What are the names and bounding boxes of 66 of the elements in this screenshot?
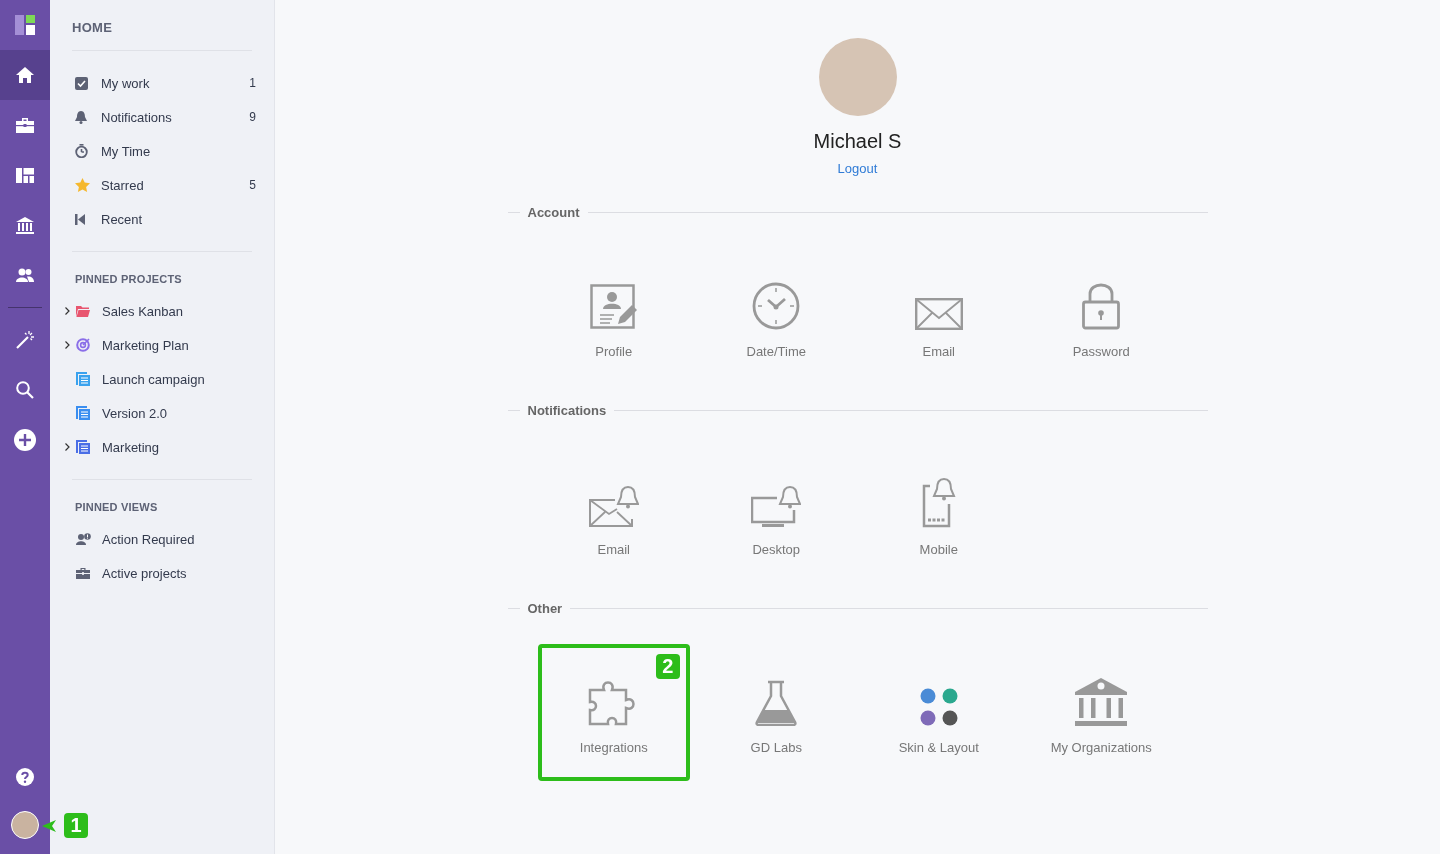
desktop-bell-icon: [751, 486, 802, 528]
color-dots-icon: [919, 688, 958, 726]
settings-tile[interactable]: Email: [862, 248, 1015, 385]
bank-icon: [16, 216, 34, 234]
mobile-bell-icon: [921, 478, 956, 528]
skip-back-icon: [75, 213, 85, 225]
settings-tile[interactable]: Skin & Layout: [862, 644, 1015, 781]
logo-icon: [15, 15, 35, 35]
flask-icon: [755, 680, 798, 726]
briefcase-icon: [16, 117, 34, 133]
home-icon: [16, 67, 34, 83]
envelope-bell-icon: [588, 486, 639, 528]
sidebar-item[interactable]: Version 2.0: [61, 396, 252, 430]
chevron-right-icon: [65, 443, 70, 451]
chevron-right-icon: [65, 307, 70, 315]
envelope-icon: [914, 298, 963, 330]
chevron-right-icon: [65, 341, 70, 349]
stopwatch-icon: [75, 144, 88, 158]
settings-tile[interactable]: Integrations 2: [537, 644, 690, 781]
sidebar-item[interactable]: Launch campaign: [61, 362, 252, 396]
people-icon: [16, 268, 34, 282]
logout-link[interactable]: Logout: [837, 161, 878, 176]
section-title: Other: [527, 600, 563, 616]
sidebar-item[interactable]: Marketing: [61, 430, 252, 464]
add-icon: [14, 429, 36, 451]
user-name: Michael S: [813, 130, 902, 153]
sidebar-item[interactable]: Action Required: [61, 522, 252, 556]
user-avatar[interactable]: [11, 811, 39, 839]
settings-tile[interactable]: Password: [1025, 248, 1178, 385]
profile-card-icon: [589, 284, 638, 330]
person-alert-icon: [76, 533, 91, 545]
bell-icon: [75, 110, 87, 124]
clock-icon: [752, 282, 801, 330]
section-title: Account: [527, 204, 580, 220]
padlock-icon: [1082, 282, 1121, 330]
settings-tile[interactable]: Date/Time: [700, 248, 853, 385]
count-label: 9: [249, 110, 256, 124]
rail-button[interactable]: [0, 50, 50, 100]
star-icon: [75, 178, 90, 192]
magic-wand-icon: [16, 331, 34, 349]
sidebar-item[interactable]: Active projects: [61, 556, 252, 590]
help-icon: [16, 768, 34, 786]
section-heading: PINNED PROJECTS: [74, 272, 183, 285]
section-title: Notifications: [527, 402, 607, 418]
count-label: 1: [249, 76, 256, 90]
settings-tile[interactable]: Mobile: [862, 446, 1015, 583]
sidebar-item[interactable]: Recent: [72, 202, 252, 236]
sidebar-item[interactable]: Sales Kanban: [61, 294, 252, 328]
sidebar-item[interactable]: My Time: [72, 134, 252, 168]
count-label: 5: [249, 178, 256, 192]
pointer-arrow-icon: [42, 819, 56, 832]
sidebar-item[interactable]: Marketing Plan: [61, 328, 252, 362]
step-badge: 1: [64, 813, 88, 838]
settings-tile[interactable]: My Organizations: [1025, 644, 1178, 781]
search-icon: [16, 381, 34, 399]
settings-tile[interactable]: Profile: [537, 248, 690, 385]
settings-tile[interactable]: Email: [537, 446, 690, 583]
board-icon: [16, 167, 34, 183]
step-badge: 2: [655, 654, 680, 679]
bank-building-icon: [1075, 678, 1128, 726]
settings-tile[interactable]: GD Labs: [700, 644, 853, 781]
section-heading: PINNED VIEWS: [74, 500, 159, 513]
briefcase-icon: [76, 567, 90, 579]
settings-tile[interactable]: Desktop: [700, 446, 853, 583]
checkbox-icon: [75, 76, 88, 90]
section-heading: HOME: [72, 19, 114, 37]
